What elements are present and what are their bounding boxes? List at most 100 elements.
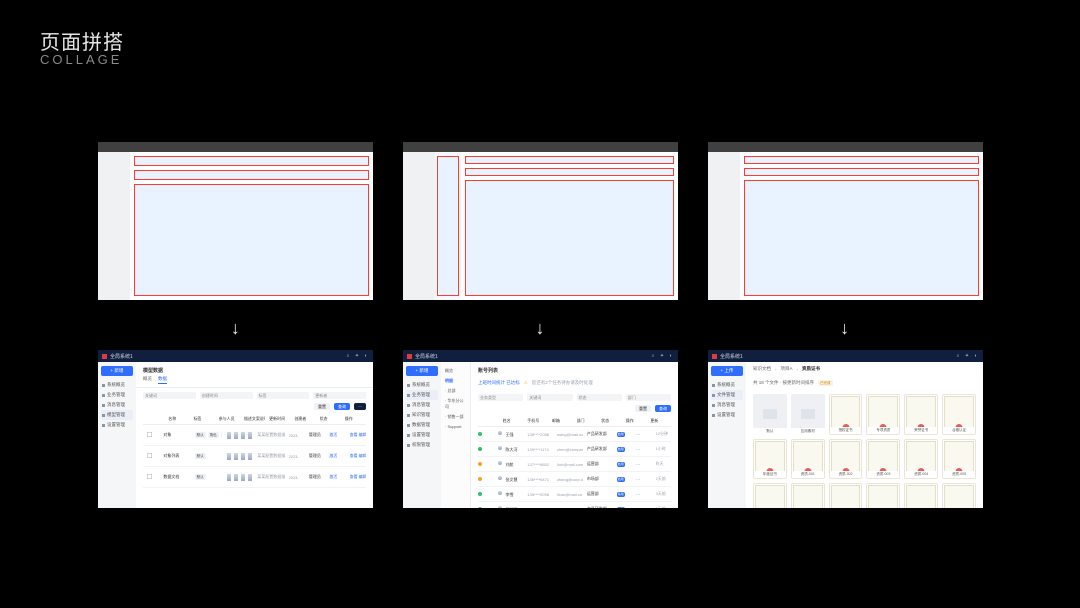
cell-status[interactable]: 停用: [617, 491, 632, 497]
sidebar-item[interactable]: 设置管理: [406, 430, 438, 440]
col-header: 邮箱: [552, 418, 573, 424]
row-checkbox[interactable]: [147, 453, 152, 458]
tree-item[interactable]: · 销售一部: [444, 412, 467, 422]
sidebar-item[interactable]: 消息管理: [406, 400, 438, 410]
tree-item[interactable]: · 华东分公司: [444, 396, 467, 412]
breadcrumb-item[interactable]: 项目A: [781, 366, 793, 372]
file-card[interactable]: 荣誉证书: [904, 394, 938, 435]
sidebar-item[interactable]: 数据管理: [406, 420, 438, 430]
table-row[interactable]: 对象默认角色人物某某配置数据描述文案2023-管理员激活查看 编辑: [143, 425, 366, 446]
sidebar-item[interactable]: 消息管理: [101, 400, 133, 410]
file-card[interactable]: 年度证书: [753, 439, 787, 480]
row-actions[interactable]: 查看 编辑: [350, 432, 366, 438]
file-card[interactable]: 资质-010: [904, 483, 938, 508]
table-row[interactable]: 陈大河139****1174chen@company.cn产品研发部启用⋯1小时: [478, 442, 671, 457]
sidebar-item[interactable]: 设置管理: [101, 420, 133, 430]
row-actions[interactable]: 查看 编辑: [350, 453, 366, 459]
sidebar-item[interactable]: 业务管理: [101, 390, 133, 400]
more-button[interactable]: ⋯: [354, 403, 366, 410]
file-card[interactable]: 资质-009: [866, 483, 900, 508]
user-icon[interactable]: ◐: [668, 353, 674, 359]
file-card[interactable]: 授权证书: [829, 394, 863, 435]
user-icon[interactable]: ◐: [973, 353, 979, 359]
primary-action-button[interactable]: + 上传: [711, 366, 743, 376]
table-row[interactable]: 王强138****2056wang@mail.com产品研发部启用⋯12分钟: [478, 427, 671, 442]
file-card[interactable]: 合格认证: [942, 394, 976, 435]
reset-button[interactable]: 重置: [314, 403, 330, 410]
table-row[interactable]: 张文慧136****6471zhang@corp.io市场部启用⋯2天前: [478, 472, 671, 487]
row-action[interactable]: ⋯: [636, 432, 651, 437]
table-row[interactable]: 对象列表默认某某配置数据描述文案2023-管理员激活查看 编辑: [143, 446, 366, 467]
cell-status[interactable]: 启用: [617, 476, 632, 482]
folder-card[interactable]: 默认: [753, 394, 787, 435]
file-card[interactable]: 资质-003: [866, 439, 900, 480]
file-card[interactable]: 资质-006: [753, 483, 787, 508]
sidebar-item[interactable]: 模型管理: [101, 410, 133, 420]
tab[interactable]: 概览: [143, 376, 152, 384]
row-actions[interactable]: 查看 编辑: [350, 474, 366, 480]
folder-card[interactable]: 应用素材: [791, 394, 825, 435]
row-action[interactable]: ⋯: [636, 492, 651, 497]
search-icon[interactable]: ⌕: [955, 353, 961, 359]
cell-status[interactable]: 启用: [617, 446, 632, 452]
tree-item[interactable]: · Support: [444, 422, 467, 431]
sidebar-item[interactable]: 设置管理: [711, 410, 743, 420]
search-button[interactable]: 查询: [334, 403, 350, 410]
main-panel: 账号列表 上班时间统计 已达标 ⚠ 您还有2个任务待办请及时处理 业务类型关键词…: [471, 362, 678, 508]
search-icon[interactable]: ⌕: [345, 353, 351, 359]
filter-input[interactable]: 标签: [257, 392, 310, 399]
row-checkbox[interactable]: [147, 432, 152, 437]
cell-status[interactable]: 启用: [617, 431, 632, 437]
bell-icon[interactable]: ✦: [354, 353, 360, 359]
file-card[interactable]: 专项资质: [866, 394, 900, 435]
sub-sidebar-item[interactable]: 概览: [444, 366, 467, 376]
cell-status[interactable]: 启用: [617, 506, 632, 508]
table-row[interactable]: 数据文档默认某某配置数据描述文案2023-管理员激活查看 编辑: [143, 467, 366, 488]
sidebar-item[interactable]: 文件管理: [711, 390, 743, 400]
filter-input[interactable]: 更新者: [313, 392, 366, 399]
tab[interactable]: 数据: [158, 376, 167, 384]
filter-input[interactable]: 关键词: [143, 392, 196, 399]
sidebar-item[interactable]: 消息管理: [711, 400, 743, 410]
filter-input[interactable]: 部门: [626, 394, 671, 401]
sidebar-item[interactable]: 系统概览: [406, 380, 438, 390]
breadcrumb-item[interactable]: 知识文档: [753, 366, 771, 372]
filter-input[interactable]: 关键词: [527, 394, 572, 401]
row-action[interactable]: ⋯: [636, 477, 651, 482]
filter-input[interactable]: 状态: [577, 394, 622, 401]
status-chip[interactable]: 已完成: [818, 380, 833, 386]
row-checkbox[interactable]: [147, 474, 152, 479]
sidebar-item[interactable]: 知识管理: [406, 410, 438, 420]
sidebar-item[interactable]: 权限管理: [406, 440, 438, 450]
file-card[interactable]: 资质-008: [829, 483, 863, 508]
search-button[interactable]: 查询: [655, 405, 671, 412]
tree-item[interactable]: · 总部: [444, 386, 467, 396]
sidebar-item[interactable]: 业务管理: [406, 390, 438, 400]
file-card[interactable]: 资质-001: [791, 439, 825, 480]
file-card[interactable]: 资质-011: [942, 483, 976, 508]
table-row[interactable]: 周明磊158****3341zhou2023@a.cn产品研发部启用⋯5天前: [478, 502, 671, 508]
banner-link[interactable]: 上班时间统计 已达标: [478, 380, 520, 386]
bell-icon[interactable]: ✦: [659, 353, 665, 359]
user-icon[interactable]: ◐: [363, 353, 369, 359]
primary-action-button[interactable]: + 新增: [101, 366, 133, 376]
bell-icon[interactable]: ✦: [964, 353, 970, 359]
primary-action-button[interactable]: + 新增: [406, 366, 438, 376]
file-card[interactable]: 资质-002: [829, 439, 863, 480]
file-card[interactable]: 资质-007: [791, 483, 825, 508]
table-row[interactable]: 刘航137****8852liuh@mail.com运营部启用⋯昨天: [478, 457, 671, 472]
filter-input[interactable]: 创建时间: [200, 392, 253, 399]
row-action[interactable]: ⋯: [636, 462, 651, 467]
reset-button[interactable]: 重置: [635, 405, 651, 412]
sub-sidebar-item[interactable]: 明细: [444, 376, 467, 386]
cell-status[interactable]: 启用: [617, 461, 632, 467]
filter-input[interactable]: 业务类型: [478, 394, 523, 401]
row-action[interactable]: ⋯: [636, 447, 651, 452]
file-card[interactable]: 资质-004: [904, 439, 938, 480]
table-row[interactable]: 李雪135****0098lixue@mail.cn运营部停用⋯3天前: [478, 487, 671, 502]
search-icon[interactable]: ⌕: [650, 353, 656, 359]
file-card[interactable]: 资质-005: [942, 439, 976, 480]
sidebar-item[interactable]: 系统概览: [711, 380, 743, 390]
row-action[interactable]: ⋯: [636, 507, 651, 509]
sidebar-item[interactable]: 系统概览: [101, 380, 133, 390]
